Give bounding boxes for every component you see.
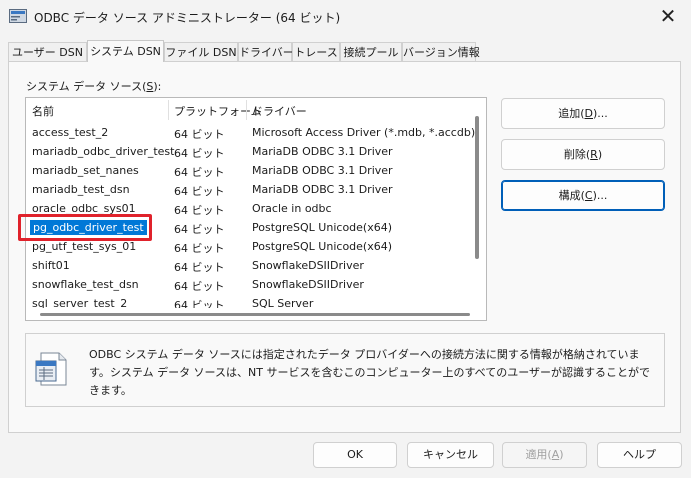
cancel-button[interactable]: キャンセル xyxy=(407,442,494,468)
dsn-platform: 64 ビット xyxy=(174,242,225,255)
odbc-app-icon xyxy=(9,9,27,23)
close-button[interactable]: ✕ xyxy=(650,3,686,29)
tab-label: トレース xyxy=(294,46,338,59)
dsn-driver: MariaDB ODBC 3.1 Driver xyxy=(252,164,393,177)
dsn-platform: 64 ビット xyxy=(174,280,225,293)
dsn-name: snowflake_test_dsn xyxy=(32,278,139,291)
dsn-platform: 64 ビット xyxy=(174,204,225,217)
vertical-scrollbar[interactable] xyxy=(475,116,479,259)
selection-highlight-annotation xyxy=(18,214,152,241)
dsn-platform: 64 ビット xyxy=(174,223,225,236)
table-row[interactable]: mariadb_test_dsn 64 ビット MariaDB ODBC 3.1… xyxy=(26,181,480,200)
dsn-platform: 64 ビット xyxy=(174,128,225,141)
table-row[interactable]: mariadb_set_nanes 64 ビット MariaDB ODBC 3.… xyxy=(26,162,480,181)
horizontal-scrollbar[interactable] xyxy=(40,313,470,316)
dsn-platform: 64 ビット xyxy=(174,261,225,274)
window-title: ODBC データ ソース アドミニストレーター (64 ビット) xyxy=(34,11,341,25)
dsn-name: mariadb_odbc_driver_test xyxy=(32,145,175,158)
system-data-sources-label: システム データ ソース(S): xyxy=(26,80,162,93)
dsn-driver: Oracle in odbc xyxy=(252,202,332,215)
dsn-driver: MariaDB ODBC 3.1 Driver xyxy=(252,145,393,158)
dsn-platform: 64 ビット xyxy=(174,185,225,198)
dsn-name: mariadb_set_nanes xyxy=(32,164,139,177)
tab-drivers[interactable]: ドライバー xyxy=(238,42,294,61)
dsn-driver: MariaDB ODBC 3.1 Driver xyxy=(252,183,393,196)
apply-button[interactable]: 適用(A) xyxy=(502,442,587,468)
dsn-name: mariadb_test_dsn xyxy=(32,183,130,196)
dsn-driver: PostgreSQL Unicode(x64) xyxy=(252,221,393,234)
tab-user-dsn[interactable]: ユーザー DSN xyxy=(8,42,87,61)
tab-about[interactable]: バージョン情報 xyxy=(402,42,480,61)
table-row[interactable]: access_test_2 64 ビット Microsoft Access Dr… xyxy=(26,124,480,143)
table-row[interactable]: mariadb_odbc_driver_test 64 ビット MariaDB … xyxy=(26,143,480,162)
tab-label: ドライバー xyxy=(239,46,294,59)
configure-button[interactable]: 構成(C)... xyxy=(501,180,665,211)
table-row[interactable]: snowflake_test_dsn 64 ビット SnowflakeDSIID… xyxy=(26,276,480,295)
dsn-name: pg_utf_test_sys_01 xyxy=(32,240,137,253)
database-document-icon xyxy=(35,352,67,386)
remove-button[interactable]: 削除(R) xyxy=(501,139,665,170)
column-header-driver[interactable]: ドライバー xyxy=(252,103,307,119)
tab-file-dsn[interactable]: ファイル DSN xyxy=(164,42,238,61)
info-text: ODBC システム データ ソースには指定されたデータ プロバイダーへの接続方法… xyxy=(89,348,651,397)
tab-system-dsn[interactable]: システム DSN xyxy=(87,40,164,62)
dsn-platform: 64 ビット xyxy=(174,147,225,160)
dsn-platform: 64 ビット xyxy=(174,166,225,179)
list-header: 名前 プラットフォーム ドライバー xyxy=(26,98,486,122)
dsn-name: access_test_2 xyxy=(32,126,109,139)
ok-button[interactable]: OK xyxy=(313,442,397,468)
close-icon: ✕ xyxy=(659,4,677,28)
tab-connection-pooling[interactable]: 接続プール xyxy=(340,42,402,61)
add-button[interactable]: 追加(D)... xyxy=(501,98,665,129)
dsn-driver: Microsoft Access Driver (*.mdb, *.accdb) xyxy=(252,126,476,139)
column-separator[interactable] xyxy=(246,100,247,120)
column-header-name[interactable]: 名前 xyxy=(32,103,54,119)
column-header-platform[interactable]: プラットフォーム xyxy=(174,103,262,119)
tab-label: 接続プール xyxy=(343,46,399,59)
help-button[interactable]: ヘルプ xyxy=(597,442,682,468)
tab-label: システム DSN xyxy=(90,45,161,58)
tab-tracing[interactable]: トレース xyxy=(292,42,340,61)
dsn-driver: SnowflakeDSIIDriver xyxy=(252,259,364,272)
table-row[interactable]: shift01 64 ビット SnowflakeDSIIDriver xyxy=(26,257,480,276)
tab-label: ユーザー DSN xyxy=(12,46,83,59)
dsn-driver: SnowflakeDSIIDriver xyxy=(252,278,364,291)
dsn-driver: PostgreSQL Unicode(x64) xyxy=(252,240,393,253)
title-bar: ODBC データ ソース アドミニストレーター (64 ビット) ✕ xyxy=(0,0,691,34)
column-separator[interactable] xyxy=(168,100,169,120)
dsn-list[interactable]: 名前 プラットフォーム ドライバー access_test_2 64 ビット M… xyxy=(25,97,487,321)
dsn-name: shift01 xyxy=(32,259,70,272)
tab-strip: ユーザー DSN システム DSN ファイル DSN ドライバー トレース 接続… xyxy=(8,40,688,62)
tab-label: バージョン情報 xyxy=(403,46,480,59)
tab-label: ファイル DSN xyxy=(165,46,237,59)
